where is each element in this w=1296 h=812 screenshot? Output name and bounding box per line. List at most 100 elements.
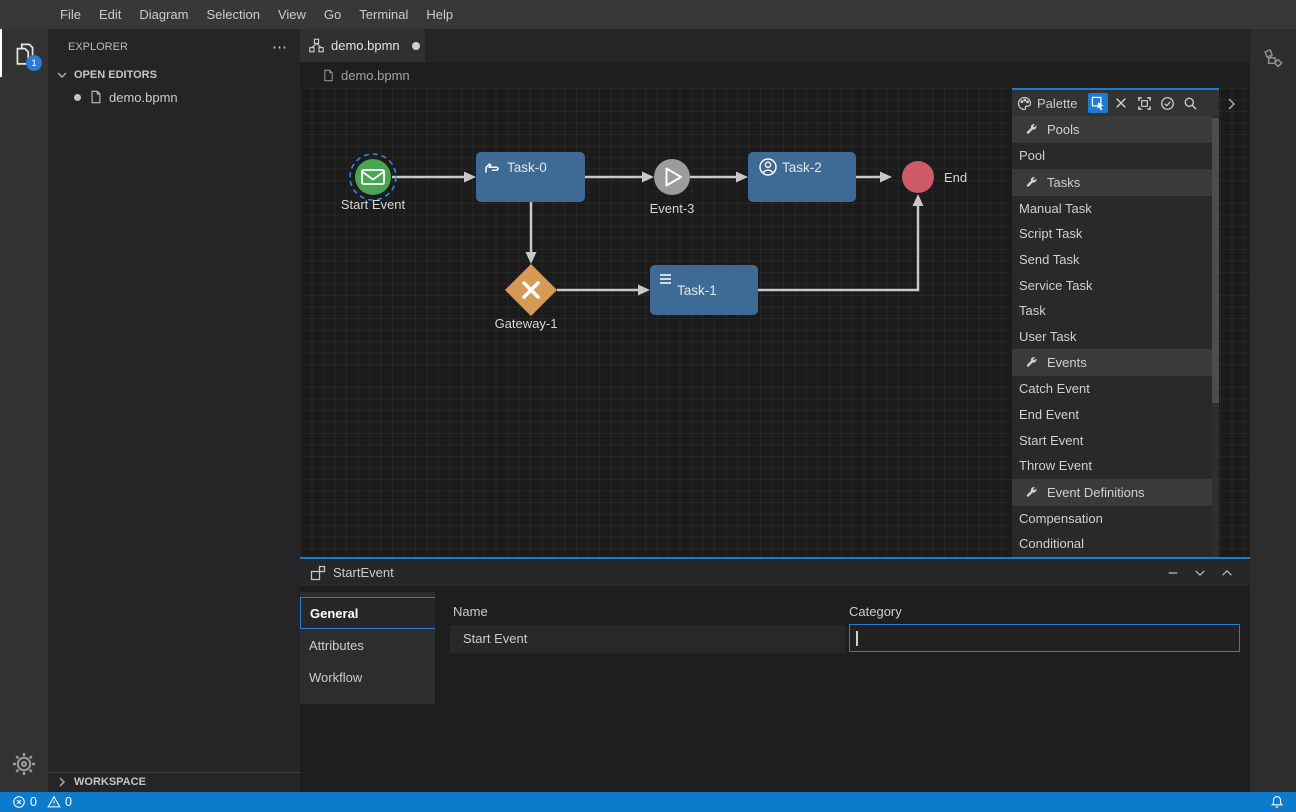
wrench-icon — [1025, 356, 1038, 369]
tab-demo-bpmn[interactable]: demo.bpmn — [300, 29, 425, 62]
menu-file[interactable]: File — [51, 0, 90, 29]
node-event-3[interactable]: Event-3 — [650, 159, 695, 216]
name-field[interactable]: Start Event — [450, 625, 845, 653]
open-file-label: demo.bpmn — [109, 90, 178, 105]
palette-section-events[interactable]: Events — [1012, 349, 1212, 376]
palette-item-script-task[interactable]: Script Task — [1012, 221, 1212, 247]
node-task-1[interactable]: Task-1 — [650, 265, 758, 315]
section-label: Event Definitions — [1047, 485, 1145, 500]
more-actions-icon[interactable]: ⋯ — [272, 38, 288, 56]
edge-gateway-to-task1[interactable] — [557, 285, 650, 296]
workspace-section[interactable]: WORKSPACE — [48, 772, 300, 790]
breadcrumb-item[interactable]: demo.bpmn — [341, 68, 410, 83]
node-end-event[interactable]: End — [902, 161, 967, 193]
palette-icon — [1017, 96, 1032, 111]
breadcrumb: demo.bpmn — [300, 62, 1250, 88]
properties-tabs: General Attributes Workflow — [300, 592, 435, 704]
section-label: Pools — [1047, 122, 1080, 137]
wrench-icon — [1025, 486, 1038, 499]
palette-item-conditional[interactable]: Conditional — [1012, 531, 1212, 557]
chevron-right-icon — [54, 774, 70, 790]
wrench-icon — [1025, 176, 1038, 189]
name-field-label: Name — [453, 604, 488, 619]
explorer-activity-button[interactable]: 1 — [0, 29, 48, 77]
menu-view[interactable]: View — [269, 0, 315, 29]
menu-go[interactable]: Go — [315, 0, 350, 29]
node-gateway-1[interactable]: Gateway-1 — [495, 264, 558, 331]
node-task-0[interactable]: Task-0 — [476, 152, 585, 202]
edge-event3-to-task2[interactable] — [690, 172, 748, 183]
chevron-up-icon[interactable] — [1218, 564, 1236, 582]
palette-scrollbar — [1212, 118, 1219, 557]
open-editors-section[interactable]: OPEN EDITORS — [48, 64, 300, 86]
workspace-label: WORKSPACE — [74, 776, 146, 788]
modified-dot — [74, 94, 81, 101]
node-start-event[interactable]: Start Event — [341, 154, 406, 212]
search-tool-button[interactable] — [1180, 93, 1200, 113]
palette-item-task[interactable]: Task — [1012, 298, 1212, 324]
palette-item-compensation[interactable]: Compensation — [1012, 506, 1212, 532]
palette-item-end-event[interactable]: End Event — [1012, 402, 1212, 428]
menu-terminal[interactable]: Terminal — [350, 0, 417, 29]
delete-tool-button[interactable] — [1111, 93, 1131, 113]
sidebar-title: EXPLORER — [68, 41, 128, 53]
tab-general[interactable]: General — [300, 597, 435, 629]
tab-title: demo.bpmn — [331, 38, 400, 53]
tab-bar: demo.bpmn — [300, 29, 1250, 62]
palette-item-user-task[interactable]: User Task — [1012, 324, 1212, 350]
palette-item-throw-event[interactable]: Throw Event — [1012, 453, 1212, 479]
palette-item-send-task[interactable]: Send Task — [1012, 247, 1212, 273]
edge-start-to-task0[interactable] — [392, 172, 476, 183]
warning-count: 0 — [65, 795, 72, 809]
scrollbar-thumb[interactable] — [1212, 118, 1219, 403]
palette-section-tasks[interactable]: Tasks — [1012, 169, 1212, 196]
tab-workflow[interactable]: Workflow — [300, 661, 435, 693]
palette-section-pools[interactable]: Pools — [1012, 116, 1212, 143]
task-0-label: Task-0 — [507, 160, 547, 175]
palette-item-pool[interactable]: Pool — [1012, 143, 1212, 169]
edge-task0-to-event3[interactable] — [585, 172, 654, 183]
activity-bar: 1 — [0, 29, 48, 792]
node-task-2[interactable]: Task-2 — [748, 152, 856, 202]
edge-task0-to-gateway[interactable] — [526, 202, 537, 264]
validate-tool-button[interactable] — [1157, 93, 1177, 113]
menu-help[interactable]: Help — [417, 0, 462, 29]
tab-attributes[interactable]: Attributes — [300, 629, 435, 661]
palette-items: Pools Pool Tasks Manual Task Script Task… — [1012, 116, 1212, 557]
properties-header: StartEvent — [300, 559, 1250, 586]
wrench-icon — [1025, 123, 1038, 136]
edge-task1-to-end[interactable] — [758, 194, 924, 290]
menu-bar: File Edit Diagram Selection View Go Term… — [0, 0, 1296, 29]
open-editor-item[interactable]: demo.bpmn — [48, 86, 300, 108]
chevron-down-icon[interactable] — [1191, 564, 1209, 582]
bell-icon — [1270, 795, 1284, 809]
category-field-label: Category — [849, 604, 902, 619]
problems-indicator[interactable]: 0 0 — [12, 795, 72, 809]
palette-item-manual-task[interactable]: Manual Task — [1012, 196, 1212, 222]
minimize-icon[interactable] — [1164, 564, 1182, 582]
palette-item-catch-event[interactable]: Catch Event — [1012, 376, 1212, 402]
tool-palette-icon — [1261, 48, 1285, 72]
menu-selection[interactable]: Selection — [197, 0, 268, 29]
marquee-tool-button[interactable] — [1134, 93, 1154, 113]
notifications-button[interactable] — [1270, 795, 1284, 809]
menu-diagram[interactable]: Diagram — [130, 0, 197, 29]
palette-section-event-definitions[interactable]: Event Definitions — [1012, 479, 1212, 506]
tool-palette-toggle-button[interactable] — [1250, 37, 1296, 83]
edge-task2-to-end[interactable] — [856, 172, 892, 183]
start-event-label: Start Event — [341, 197, 406, 212]
palette-item-start-event[interactable]: Start Event — [1012, 427, 1212, 453]
modified-dot — [412, 42, 420, 50]
selection-tool-button[interactable] — [1088, 93, 1108, 113]
palette-item-service-task[interactable]: Service Task — [1012, 272, 1212, 298]
file-icon — [322, 69, 335, 82]
collapse-panel-button[interactable] — [1222, 95, 1240, 113]
settings-button[interactable] — [0, 744, 48, 784]
category-input[interactable] — [849, 624, 1240, 652]
error-count: 0 — [30, 795, 37, 809]
event-3-label: Event-3 — [650, 201, 695, 216]
error-icon — [12, 795, 26, 809]
menu-edit[interactable]: Edit — [90, 0, 130, 29]
bpmn-canvas[interactable]: Start Event Task-0 Event-3 — [300, 88, 1250, 557]
diagram-icon — [309, 38, 324, 53]
